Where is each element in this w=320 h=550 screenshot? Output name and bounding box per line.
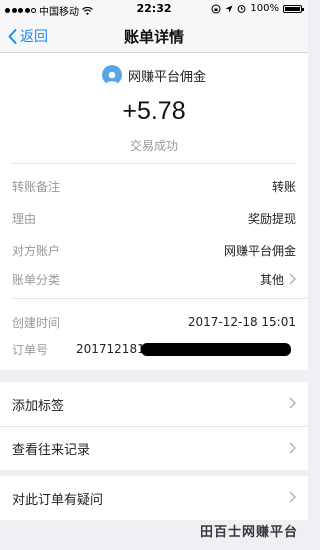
detail-label: 理由 [12, 211, 37, 226]
battery-icon [283, 4, 304, 13]
detail-row-counterparty: 对方账户 网赚平台佣金 [12, 240, 296, 260]
detail-row-category[interactable]: 账单分类 其他 [12, 269, 296, 289]
status-right: 100% [211, 3, 304, 14]
chevron-right-icon [289, 273, 296, 285]
chevron-right-icon [289, 491, 296, 503]
status-bar: 中国移动 22:32 100% [0, 0, 308, 18]
watermark: 田百士网赚平台 [199, 525, 298, 540]
order-question-label: 对此订单有疑问 [12, 492, 104, 508]
created-time-value: 2017-12-18 15:01 [187, 315, 296, 329]
detail-value: 转账 [271, 179, 296, 194]
payee-header: 网赚平台佣金 [0, 65, 308, 85]
nav-bar: 返回 账单详情 [0, 18, 308, 53]
page-title: 账单详情 [123, 28, 184, 46]
view-history-label: 查看往来记录 [12, 443, 91, 458]
detail-label: 对方账户 [12, 243, 61, 258]
add-tag-item[interactable]: 添加标签 [0, 382, 308, 426]
transaction-status: 交易成功 [129, 139, 178, 153]
actions-group: 添加标签 查看往来记录 [0, 382, 308, 470]
payee-name: 网赚平台佣金 [127, 69, 206, 85]
detail-row-remark: 转账备注 转账 [12, 176, 296, 196]
bill-detail-card: 网赚平台佣金 +5.78 交易成功 转账备注 转账 理由 奖励提现 对方账户 网… [0, 53, 308, 370]
avatar [101, 65, 122, 85]
order-question-item[interactable]: 对此订单有疑问 [0, 476, 308, 520]
transaction-amount: +5.78 [122, 97, 186, 125]
redaction-mark [140, 342, 291, 356]
add-tag-label: 添加标签 [12, 398, 65, 414]
order-number-value: 201712181 [76, 342, 145, 356]
help-group: 对此订单有疑问 [0, 476, 308, 520]
chevron-right-icon [289, 397, 296, 409]
detail-value: 网赚平台佣金 [223, 243, 296, 258]
detail-value: 其他 [259, 272, 284, 287]
divider [12, 298, 308, 299]
created-time-label: 创建时间 [12, 315, 61, 330]
battery-percent: 100% [250, 3, 279, 14]
lock-rotation-icon [211, 4, 221, 13]
detail-label: 转账备注 [12, 179, 61, 194]
user-icon [105, 71, 119, 85]
chevron-right-icon [289, 442, 296, 454]
order-number-row: 订单号 201712181 [12, 339, 296, 359]
location-icon [225, 5, 233, 12]
detail-value: 奖励提现 [247, 211, 296, 226]
created-time-row: 创建时间 2017-12-18 15:01 [12, 312, 296, 332]
alarm-icon [238, 5, 246, 13]
order-number-label: 订单号 [12, 342, 49, 357]
view-history-item[interactable]: 查看往来记录 [0, 426, 308, 470]
detail-row-reason: 理由 奖励提现 [12, 208, 296, 228]
detail-label: 账单分类 [12, 272, 61, 287]
divider [12, 163, 296, 164]
